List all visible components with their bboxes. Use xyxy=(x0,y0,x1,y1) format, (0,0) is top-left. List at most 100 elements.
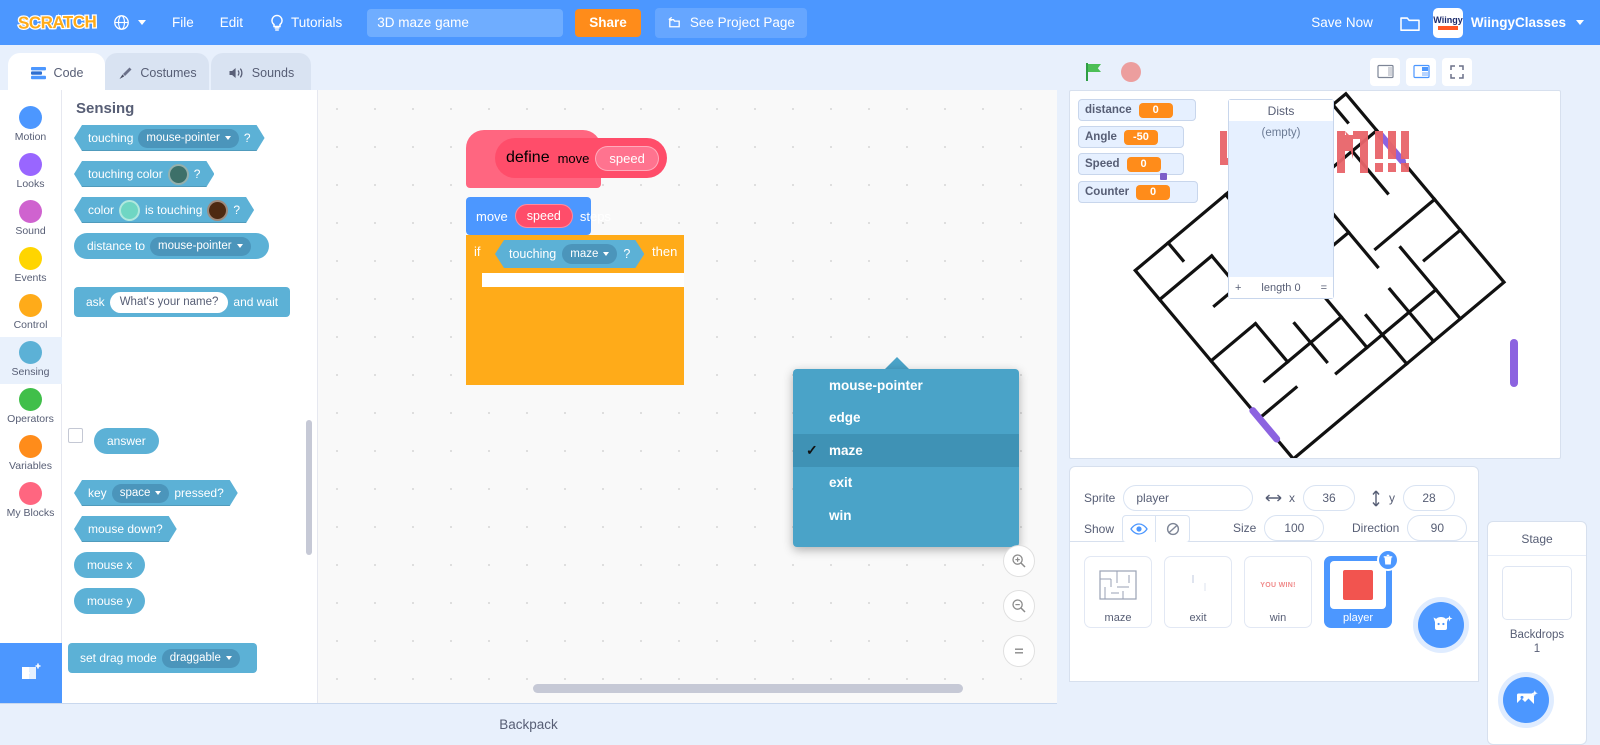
add-sprite-button[interactable] xyxy=(1418,602,1464,648)
block-ask-and-wait[interactable]: ask What's your name? and wait xyxy=(74,287,291,317)
sprite-name-input[interactable]: player xyxy=(1123,485,1254,511)
menu-file[interactable]: File xyxy=(159,0,207,45)
add-extension-button[interactable] xyxy=(0,643,62,703)
add-backdrop-button[interactable] xyxy=(1503,677,1549,723)
sprite-card-maze[interactable]: maze xyxy=(1084,556,1152,628)
stop-icon[interactable] xyxy=(1121,61,1141,82)
sprite-card-player[interactable]: player xyxy=(1324,549,1399,628)
block-touching-color[interactable]: touching color ? xyxy=(74,161,214,187)
category-motion[interactable]: Motion xyxy=(0,102,62,149)
normal-stage-button[interactable] xyxy=(1406,57,1436,86)
script-workspace[interactable]: define move speed move speed steps if th… xyxy=(318,90,1057,703)
monitor-checkbox-answer[interactable] xyxy=(68,428,83,443)
stage[interactable]: distance 0 Angle -50 Speed 0 Counter 0 D… xyxy=(1069,90,1561,459)
proc-arg[interactable]: speed xyxy=(595,145,659,171)
scratch-logo[interactable]: SCRATCH xyxy=(14,9,100,37)
delete-sprite-button[interactable] xyxy=(1377,549,1399,571)
operators-dot-icon xyxy=(19,388,42,411)
block-palette[interactable]: Sensing touching mouse-pointer ? touchin… xyxy=(62,90,318,703)
tab-costumes[interactable]: Costumes xyxy=(105,53,209,93)
zoom-in-button[interactable] xyxy=(1003,545,1035,577)
block-move-steps[interactable]: move speed steps xyxy=(466,197,611,235)
show-on-button[interactable] xyxy=(1122,515,1157,543)
color-swatch-a[interactable] xyxy=(119,200,140,221)
block-color-is-touching[interactable]: color is touching ? xyxy=(74,197,254,223)
sprite-y-input[interactable]: 28 xyxy=(1403,485,1455,511)
category-events[interactable]: Events xyxy=(0,243,62,290)
drag-mode-dropdown[interactable]: draggable xyxy=(161,648,240,668)
dropdown-item-win[interactable]: win xyxy=(793,499,1019,532)
list-monitor-dists[interactable]: Dists (empty) + length 0 = xyxy=(1228,99,1334,299)
small-stage-button[interactable] xyxy=(1370,57,1400,86)
block-mouse-x[interactable]: mouse x xyxy=(74,552,146,578)
palette-scrollbar[interactable] xyxy=(306,420,312,555)
category-sensing[interactable]: Sensing xyxy=(0,337,62,384)
green-flag-icon[interactable] xyxy=(1083,61,1105,83)
monitor-counter[interactable]: Counter 0 xyxy=(1078,181,1198,203)
zoom-out-button[interactable] xyxy=(1003,590,1035,622)
project-title-input[interactable] xyxy=(367,8,564,37)
sprite-card-exit[interactable]: exit xyxy=(1164,556,1232,628)
block-touching-condition[interactable]: touching maze ? xyxy=(495,240,644,268)
key-dropdown[interactable]: space xyxy=(112,484,170,503)
block-key-pressed[interactable]: key space pressed? xyxy=(74,480,238,506)
fullscreen-button[interactable] xyxy=(1442,57,1472,86)
menu-tutorials[interactable]: Tutorials xyxy=(256,0,355,45)
backpack-bar[interactable]: Backpack xyxy=(0,703,1057,745)
language-selector[interactable] xyxy=(100,0,159,45)
sprite-name-label: win xyxy=(1269,612,1287,624)
touching-dropdown-menu[interactable]: mouse-pointer edge ✓ maze exit win xyxy=(793,369,1019,547)
color-swatch-b[interactable] xyxy=(207,200,228,221)
mouse-x-label: mouse x xyxy=(87,558,133,572)
tab-sounds[interactable]: Sounds xyxy=(211,53,311,93)
save-now-button[interactable]: Save Now xyxy=(1297,15,1387,30)
define-inner-proc[interactable]: define move speed xyxy=(495,138,667,178)
block-touching[interactable]: touching mouse-pointer ? xyxy=(74,125,265,151)
category-my-blocks[interactable]: My Blocks xyxy=(0,478,62,525)
list-resize-handle[interactable]: = xyxy=(1321,282,1327,294)
dropdown-item-exit[interactable]: exit xyxy=(793,467,1019,500)
brush-icon xyxy=(119,67,132,79)
block-answer[interactable]: answer xyxy=(94,428,159,454)
dropdown-item-edge[interactable]: edge xyxy=(793,402,1019,435)
list-add-button[interactable]: + xyxy=(1235,282,1241,294)
sprite-direction-input[interactable]: 90 xyxy=(1407,515,1468,541)
editor-tabs: Code Costumes Sounds xyxy=(0,45,1057,93)
sprite-x-input[interactable]: 36 xyxy=(1303,485,1355,511)
share-button[interactable]: Share xyxy=(575,8,641,37)
ask-input[interactable]: What's your name? xyxy=(109,291,229,313)
zoom-reset-button[interactable] xyxy=(1003,635,1035,667)
monitor-speed[interactable]: Speed 0 xyxy=(1078,153,1184,175)
touching-dropdown[interactable]: mouse-pointer xyxy=(138,129,239,148)
block-set-drag-mode[interactable]: set drag mode draggable xyxy=(68,643,257,673)
distance-to-dropdown[interactable]: mouse-pointer xyxy=(150,236,251,256)
if-mouth xyxy=(482,273,684,287)
move-arg-speed[interactable]: speed xyxy=(514,204,573,228)
folder-icon[interactable] xyxy=(1399,14,1421,32)
block-mouse-y[interactable]: mouse y xyxy=(74,588,146,614)
motion-dot-icon xyxy=(19,106,42,129)
color-swatch[interactable] xyxy=(168,164,189,185)
dropdown-item-maze[interactable]: ✓ maze xyxy=(793,434,1019,467)
show-off-button[interactable] xyxy=(1156,515,1191,543)
tab-code[interactable]: Code xyxy=(8,53,105,93)
workspace-horizontal-scrollbar[interactable] xyxy=(533,684,963,693)
monitor-distance[interactable]: distance 0 xyxy=(1078,99,1196,121)
monitor-slider-handle[interactable] xyxy=(1160,173,1167,180)
sprite-card-win[interactable]: YOU WIN! win xyxy=(1244,556,1312,628)
category-sound[interactable]: Sound xyxy=(0,196,62,243)
cond-touching-dropdown[interactable]: maze xyxy=(562,244,617,264)
dropdown-item-mouse-pointer[interactable]: mouse-pointer xyxy=(793,369,1019,402)
category-looks[interactable]: Looks xyxy=(0,149,62,196)
category-variables[interactable]: Variables xyxy=(0,431,62,478)
category-operators[interactable]: Operators xyxy=(0,384,62,431)
block-inner-stack[interactable] xyxy=(482,287,682,321)
category-control[interactable]: Control xyxy=(0,290,62,337)
block-mouse-down[interactable]: mouse down? xyxy=(74,516,177,542)
menu-edit[interactable]: Edit xyxy=(207,0,256,45)
see-project-page-button[interactable]: See Project Page xyxy=(654,7,807,38)
block-distance-to[interactable]: distance to mouse-pointer xyxy=(74,233,269,259)
sprite-size-input[interactable]: 100 xyxy=(1264,515,1325,541)
account-menu[interactable]: Wiingy WiingyClasses xyxy=(1432,7,1584,38)
monitor-angle[interactable]: Angle -50 xyxy=(1078,126,1184,148)
